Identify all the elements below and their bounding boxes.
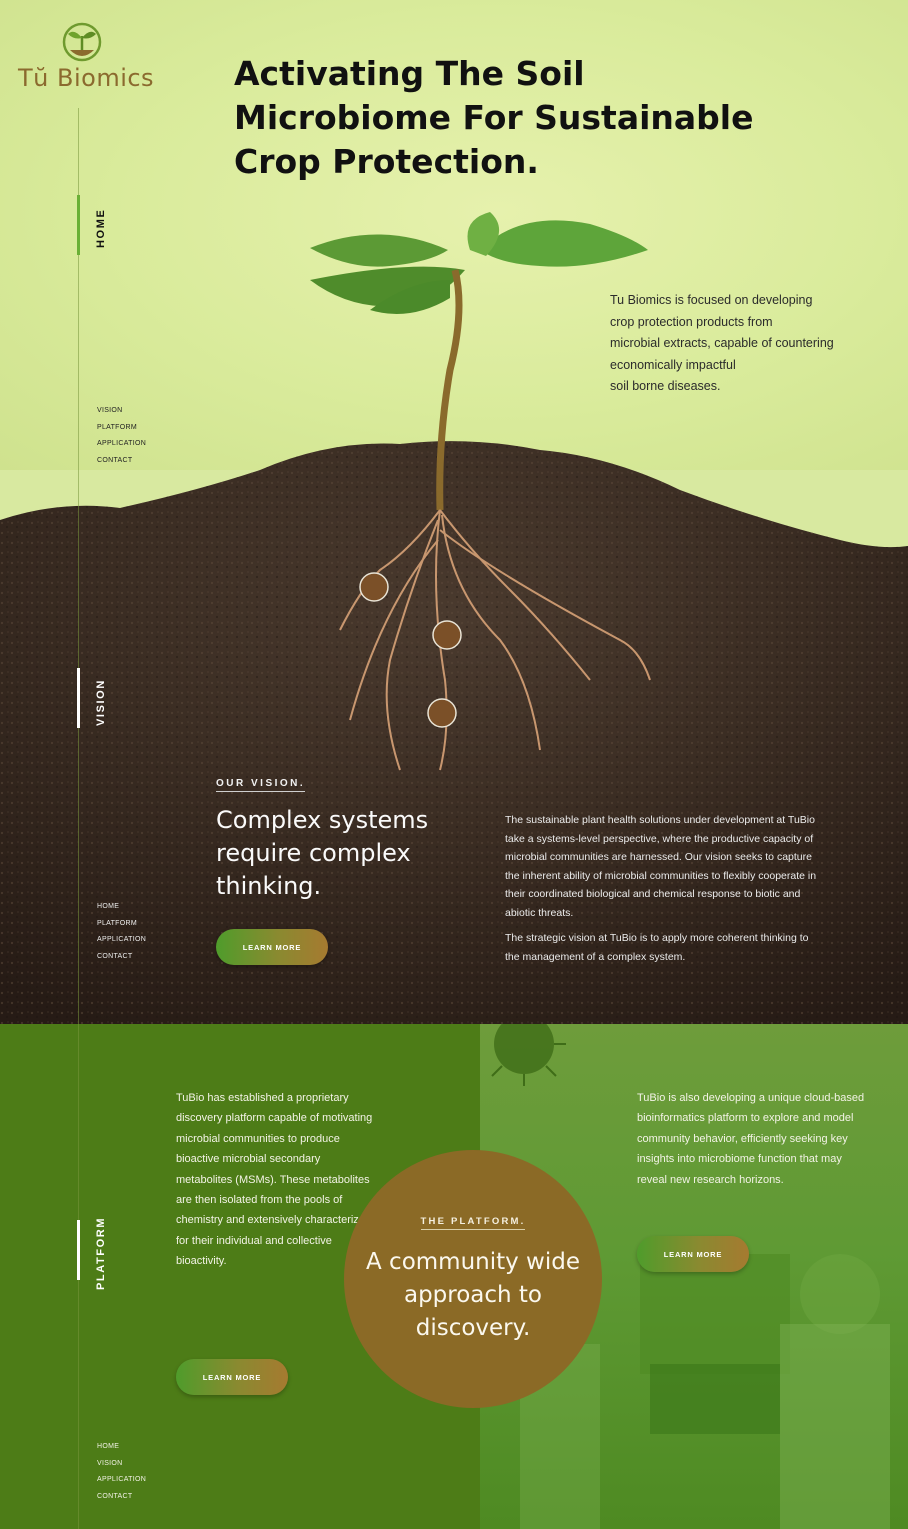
nav-link-application[interactable]: APPLICATION xyxy=(97,932,146,949)
vision-learn-more-button[interactable]: LEARN MORE xyxy=(216,929,328,965)
hero-title: Activating The Soil Microbiome For Susta… xyxy=(234,52,754,184)
rail-marker-home xyxy=(77,195,80,255)
vision-kicker: OUR VISION. xyxy=(216,778,306,792)
rail-marker-platform xyxy=(77,1220,80,1280)
seedling-illustration xyxy=(310,212,651,771)
platform-learn-more-button-right[interactable]: LEARN MORE xyxy=(637,1236,749,1272)
section-label-vision: VISION xyxy=(95,679,107,726)
side-rail xyxy=(78,108,79,1529)
rail-marker-vision xyxy=(77,668,80,728)
nav-link-application[interactable]: APPLICATION xyxy=(97,1472,146,1489)
nav-link-vision[interactable]: VISION xyxy=(97,403,146,420)
section-label-home: HOME xyxy=(95,208,107,248)
nav-link-vision[interactable]: VISION xyxy=(97,1456,146,1473)
nav-link-home[interactable]: HOME xyxy=(97,1439,146,1456)
hero-title-line: Crop Protection. xyxy=(234,142,539,181)
vision-body: The sustainable plant health solutions u… xyxy=(505,811,820,973)
section-label-platform: PLATFORM xyxy=(95,1216,107,1290)
platform-left-text: TuBio has established a proprietary disc… xyxy=(176,1092,373,1268)
side-nav-home: VISION PLATFORM APPLICATION CONTACT xyxy=(97,403,146,469)
platform-learn-more-button-left[interactable]: LEARN MORE xyxy=(176,1359,288,1395)
hero-title-line: Microbiome For Sustainable xyxy=(234,98,754,137)
platform-kicker-text: THE PLATFORM. xyxy=(420,1216,526,1230)
side-nav-vision: HOME PLATFORM APPLICATION CONTACT xyxy=(97,899,146,965)
brand-name: Tŭ Biomics xyxy=(18,64,155,92)
hero-title-line: Activating The Soil xyxy=(234,54,585,93)
platform-title: A community wide approach to discovery. xyxy=(366,1249,581,1341)
nav-link-application[interactable]: APPLICATION xyxy=(97,436,146,453)
nav-link-home[interactable]: HOME xyxy=(97,899,146,916)
vision-body-paragraph: The sustainable plant health solutions u… xyxy=(505,814,817,919)
nav-link-platform[interactable]: PLATFORM xyxy=(97,916,146,933)
nav-link-contact[interactable]: CONTACT xyxy=(97,949,146,966)
nav-link-platform[interactable]: PLATFORM xyxy=(97,420,146,437)
platform-right-text: TuBio is also developing a unique cloud-… xyxy=(637,1092,865,1186)
vision-title: Complex systems require complex thinking… xyxy=(216,806,429,900)
platform-circle: THE PLATFORM. A community wide approach … xyxy=(344,1150,602,1408)
vision-body-paragraph: The strategic vision at TuBio is to appl… xyxy=(505,932,809,963)
nav-link-contact[interactable]: CONTACT xyxy=(97,1489,146,1506)
platform-kicker: THE PLATFORM. xyxy=(344,1216,602,1230)
microbe-icon xyxy=(491,1024,566,1086)
nav-link-contact[interactable]: CONTACT xyxy=(97,453,146,470)
sprout-logo-icon xyxy=(62,22,102,62)
brand-logo[interactable]: Tŭ Biomics xyxy=(14,20,154,100)
side-nav-platform: HOME VISION APPLICATION CONTACT xyxy=(97,1439,146,1505)
